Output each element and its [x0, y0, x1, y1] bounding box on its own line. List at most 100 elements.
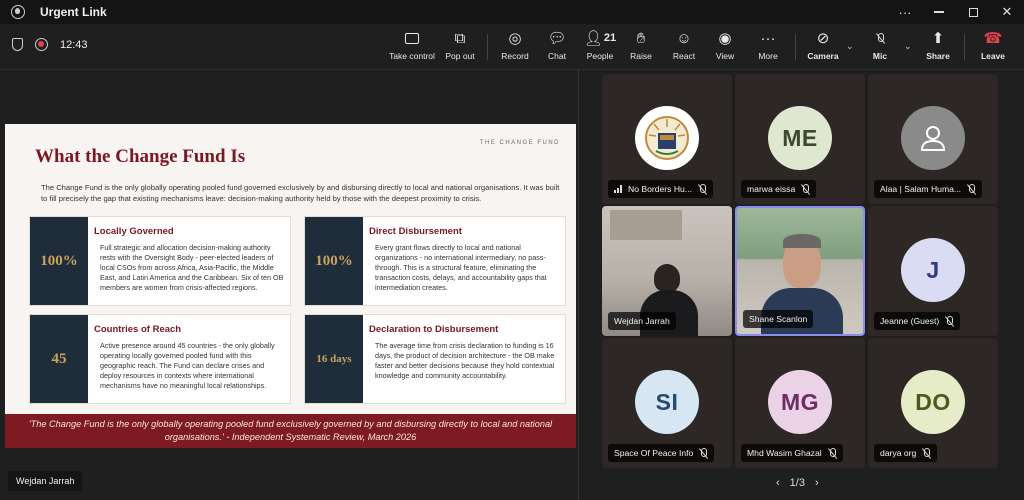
card-title: Direct Disbursement [369, 226, 462, 237]
participant-tile[interactable]: J Jeanne (Guest) [868, 206, 998, 336]
avatar: ME [768, 106, 832, 170]
person-hair [783, 234, 821, 248]
take-control-icon [405, 28, 419, 48]
avatar: DO [901, 370, 965, 434]
camera-label: Camera [807, 51, 839, 61]
recording-icon [35, 38, 48, 51]
share-label: Share [926, 51, 950, 61]
participant-tile[interactable]: DO darya org [868, 338, 998, 468]
participant-name: darya org [874, 444, 938, 462]
participant-name: marwa eissa [741, 180, 817, 198]
participant-name: Jeanne (Guest) [874, 312, 961, 330]
card-number: 100% [30, 217, 88, 305]
participant-name-text: marwa eissa [747, 184, 796, 194]
chat-button[interactable]: 💬︎ Chat [542, 28, 572, 66]
view-icon: ◉ [718, 30, 732, 47]
minimize-icon [934, 11, 944, 13]
card-number: 16 days [305, 315, 363, 403]
pop-out-button[interactable]: ⧉ Pop out [442, 28, 478, 66]
participant-tile[interactable]: ME marwa eissa [735, 74, 865, 204]
view-label: View [715, 51, 735, 61]
bookshelf [610, 210, 682, 240]
more-button[interactable]: ··· More [754, 28, 782, 66]
record-button[interactable]: ◎ Record [498, 28, 532, 66]
react-label: React [672, 51, 696, 61]
participant-video-tile[interactable]: Wejdan Jarrah [602, 206, 732, 336]
share-icon: ⬆ [931, 30, 945, 47]
participant-name: Mhd Wasim Ghazal [741, 444, 843, 462]
maximize-icon [968, 7, 978, 17]
share-button[interactable]: ⬆ Share [924, 28, 952, 66]
person-head [654, 264, 680, 292]
people-label: People [586, 51, 614, 61]
card-body: The average time from crisis declaration… [375, 341, 555, 380]
participant-name: Shane Scanlon [743, 310, 814, 328]
react-icon: ☺ [676, 29, 692, 47]
mic-muted-icon [945, 315, 954, 327]
mic-muted-icon [922, 447, 931, 459]
people-button[interactable]: 👤︎ 21 People [582, 28, 618, 66]
participant-video-tile-active-speaker[interactable]: Shane Scanlon [735, 206, 865, 336]
presenter-name-label: Wejdan Jarrah [8, 471, 83, 491]
participant-name: Wejdan Jarrah [608, 312, 676, 330]
raise-label: Raise [630, 51, 652, 61]
camera-off-icon: ⊘ [816, 30, 830, 47]
leave-button[interactable]: ☎ Leave [978, 28, 1008, 66]
avatar: SI [635, 370, 699, 434]
camera-button[interactable]: ⊘ Camera [805, 28, 841, 66]
participant-name-text: Mhd Wasim Ghazal [747, 448, 822, 458]
participant-name-text: Space Of Peace Info [614, 448, 694, 458]
card-number: 100% [305, 217, 363, 305]
take-control-label: Take control [389, 51, 435, 61]
avatar [901, 106, 965, 170]
phone-hangup-icon: ☎ [983, 30, 1003, 47]
window-controls: ··· ✕ [888, 0, 1024, 24]
avatar: J [901, 238, 965, 302]
card-countries-of-reach: 45 Countries of Reach Active presence ar… [29, 314, 291, 404]
card-number: 45 [30, 315, 88, 403]
participant-name: Alaa | Salam Huma... [874, 180, 983, 198]
more-options-button[interactable]: ··· [888, 0, 922, 24]
close-window-button[interactable]: ✕ [990, 0, 1024, 24]
window-title: Urgent Link [40, 5, 107, 19]
camera-options-chevron-icon[interactable]: ⌄ [846, 41, 854, 52]
meeting-status: 12:43 [12, 38, 88, 51]
org-logo [635, 106, 699, 170]
pop-out-label: Pop out [445, 51, 475, 61]
participant-name-text: Alaa | Salam Huma... [880, 184, 962, 194]
maximize-button[interactable] [956, 0, 990, 24]
mic-options-chevron-icon[interactable]: ⌄ [904, 41, 912, 52]
close-icon: ✕ [1001, 4, 1013, 19]
card-title: Declaration to Disbursement [369, 324, 499, 335]
card-locally-governed: 100% Locally Governed Full strategic and… [29, 216, 291, 306]
chat-icon: 💬︎ [547, 30, 567, 47]
people-count: 21 [603, 32, 617, 44]
view-button[interactable]: ◉ View [712, 28, 738, 66]
chevron-right-icon[interactable]: › [815, 477, 819, 489]
slide-quote: 'The Change Fund is the only globally op… [5, 414, 576, 448]
take-control-button[interactable]: Take control [388, 28, 436, 66]
mic-muted-icon [699, 447, 708, 459]
meeting-timer: 12:43 [60, 38, 88, 51]
people-icon: 👤︎ 21 [583, 30, 617, 47]
shield-icon[interactable] [12, 38, 23, 51]
card-title: Countries of Reach [94, 324, 182, 335]
mic-button[interactable]: Mic [868, 28, 892, 66]
participant-name-text: Jeanne (Guest) [880, 316, 940, 326]
participant-name-text: No Borders Hu... [628, 184, 692, 194]
participant-tile[interactable]: No Borders Hu... [602, 74, 732, 204]
more-icon: ··· [760, 29, 776, 47]
chevron-left-icon[interactable]: ‹ [776, 477, 780, 489]
signal-icon [614, 185, 622, 193]
card-title: Locally Governed [94, 226, 174, 237]
participant-tile[interactable]: MG Mhd Wasim Ghazal [735, 338, 865, 468]
participant-tile[interactable]: Alaa | Salam Huma... [868, 74, 998, 204]
card-direct-disbursement: 100% Direct Disbursement Every grant flo… [304, 216, 566, 306]
more-label: More [758, 51, 778, 61]
minimize-button[interactable] [922, 0, 956, 24]
record-label: Record [501, 51, 529, 61]
raise-hand-button[interactable]: ✋︎ Raise [628, 28, 654, 66]
participant-tile[interactable]: SI Space Of Peace Info [602, 338, 732, 468]
react-button[interactable]: ☺ React [670, 28, 698, 66]
leave-label: Leave [980, 51, 1006, 61]
